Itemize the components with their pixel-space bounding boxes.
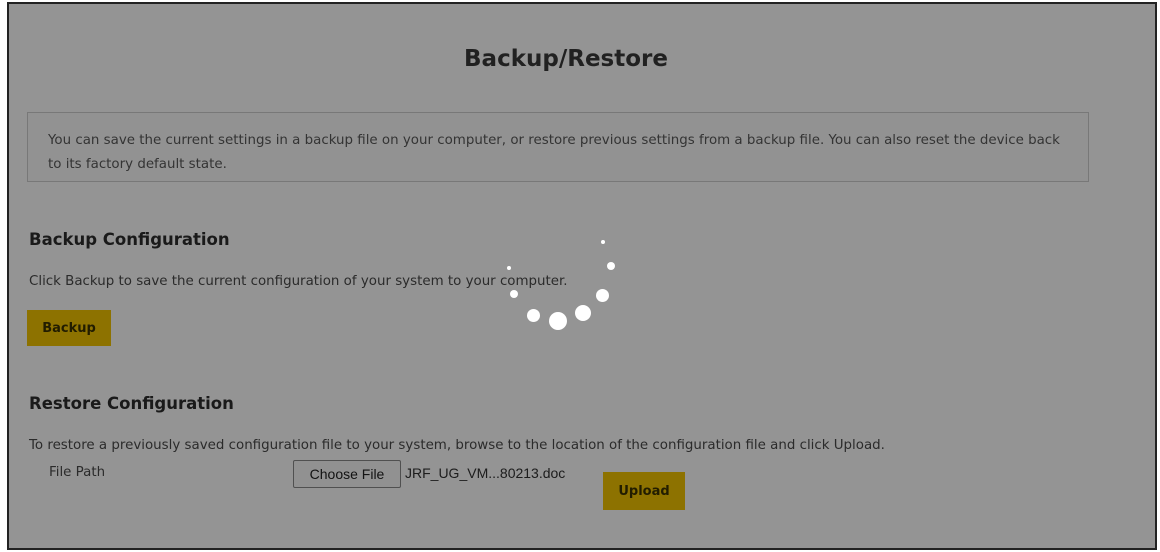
backup-restore-panel: Backup/Restore You can save the current …	[7, 2, 1157, 550]
loading-overlay	[9, 4, 1155, 548]
spinner-dot	[510, 290, 518, 298]
spinner-dot	[507, 266, 511, 270]
spinner-dot	[607, 262, 615, 270]
spinner-dot	[575, 305, 591, 321]
spinner-dot	[527, 309, 540, 322]
spinner-dot	[601, 240, 605, 244]
spinner-dot	[596, 289, 609, 302]
spinner-dot	[549, 312, 567, 330]
